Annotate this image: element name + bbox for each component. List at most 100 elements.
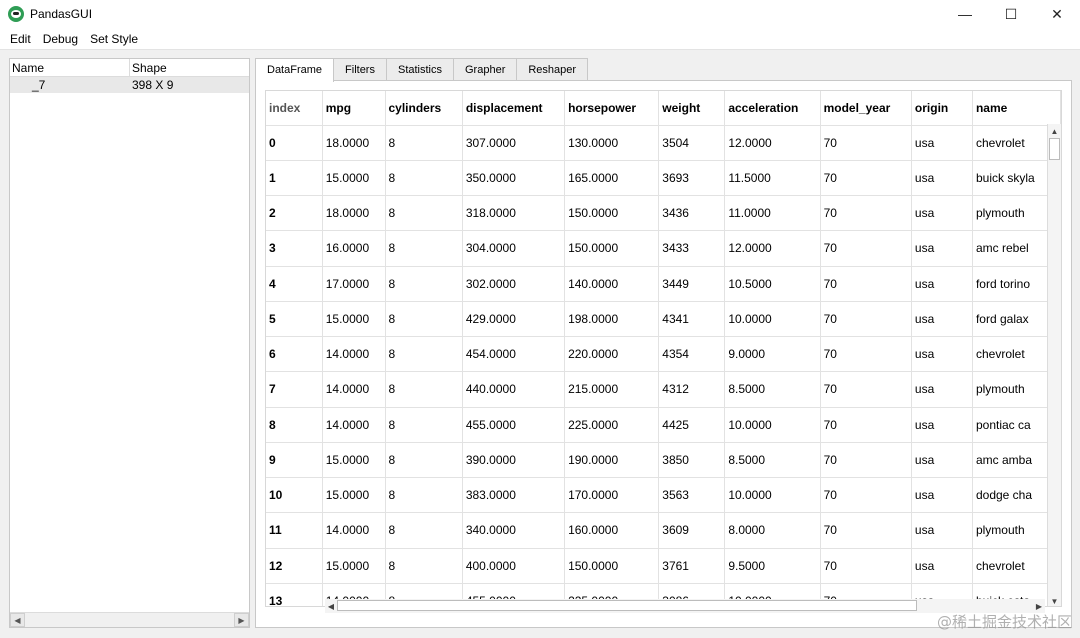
- table-cell[interactable]: 14.0000: [322, 512, 386, 549]
- vertical-scroll-thumb[interactable]: [1049, 138, 1060, 160]
- table-row[interactable]: 6 14.0000 8 454.0000 220.0000 4354 9.0000 70 usa…: [266, 336, 1061, 373]
- table-cell[interactable]: 4312: [658, 371, 726, 408]
- menu-set-style[interactable]: Set Style: [84, 28, 144, 50]
- tab-reshaper[interactable]: Reshaper: [516, 58, 589, 80]
- navigator-header-shape[interactable]: Shape: [130, 59, 249, 76]
- column-header-index[interactable]: index: [266, 91, 323, 126]
- table-cell[interactable]: 15.0000: [322, 301, 386, 338]
- row-index-cell[interactable]: 5: [266, 301, 323, 338]
- row-index-cell[interactable]: 6: [266, 336, 323, 373]
- table-row[interactable]: 3 16.0000 8 304.0000 150.0000 3433 12.0000 70 us…: [266, 230, 1061, 267]
- table-cell[interactable]: 8: [385, 230, 463, 267]
- table-cell[interactable]: 15.0000: [322, 548, 386, 584]
- navigator-row[interactable]: _7 398 X 9: [10, 77, 249, 93]
- column-header-weight[interactable]: weight: [658, 91, 726, 126]
- table-cell[interactable]: 150.0000: [564, 230, 660, 267]
- table-cell[interactable]: usa: [911, 266, 973, 302]
- table-cell[interactable]: 15.0000: [322, 160, 386, 197]
- table-cell[interactable]: 8: [385, 195, 463, 232]
- row-index-cell[interactable]: 2: [266, 195, 323, 232]
- table-cell[interactable]: 8: [385, 371, 463, 408]
- table-cell[interactable]: 440.0000: [462, 371, 566, 408]
- table-cell[interactable]: usa: [911, 160, 973, 197]
- maximize-button[interactable]: ☐: [988, 0, 1034, 28]
- table-cell[interactable]: usa: [911, 548, 973, 584]
- table-row[interactable]: 2 18.0000 8 318.0000 150.0000 3436 11.0000 70 us…: [266, 195, 1061, 232]
- menu-debug[interactable]: Debug: [37, 28, 84, 50]
- column-header-mpg[interactable]: mpg: [322, 91, 386, 126]
- table-cell[interactable]: 8: [385, 477, 463, 514]
- table-cell[interactable]: usa: [911, 125, 973, 161]
- column-header-horsepower[interactable]: horsepower: [564, 91, 660, 126]
- table-cell[interactable]: 307.0000: [462, 125, 566, 161]
- column-header-displacement[interactable]: displacement: [462, 91, 566, 126]
- table-cell[interactable]: 383.0000: [462, 477, 566, 514]
- table-cell[interactable]: 14.0000: [322, 407, 386, 443]
- table-cell[interactable]: 9.5000: [724, 548, 821, 584]
- table-row[interactable]: 4 17.0000 8 302.0000 140.0000 3449 10.5000 70 us…: [266, 266, 1061, 302]
- table-cell[interactable]: 70: [820, 301, 912, 338]
- table-cell[interactable]: usa: [911, 301, 973, 338]
- table-cell[interactable]: 70: [820, 512, 912, 549]
- scroll-right-icon[interactable]: ▶: [234, 613, 249, 627]
- table-cell[interactable]: 8.5000: [724, 371, 821, 408]
- minimize-button[interactable]: —: [942, 0, 988, 28]
- table-cell[interactable]: 215.0000: [564, 371, 660, 408]
- table-cell[interactable]: 340.0000: [462, 512, 566, 549]
- table-cell[interactable]: 15.0000: [322, 442, 386, 479]
- table-cell[interactable]: 170.0000: [564, 477, 660, 514]
- table-cell[interactable]: 454.0000: [462, 336, 566, 373]
- table-cell[interactable]: usa: [911, 336, 973, 373]
- table-vertical-scrollbar[interactable]: ▲ ▼: [1047, 124, 1061, 606]
- scroll-down-icon[interactable]: ▼: [1048, 594, 1061, 606]
- table-cell[interactable]: 70: [820, 195, 912, 232]
- table-cell[interactable]: 150.0000: [564, 548, 660, 584]
- table-cell[interactable]: 190.0000: [564, 442, 660, 479]
- table-cell[interactable]: 70: [820, 160, 912, 197]
- table-row[interactable]: 1 15.0000 8 350.0000 165.0000 3693 11.5000 70 us…: [266, 160, 1061, 197]
- table-cell[interactable]: 140.0000: [564, 266, 660, 302]
- table-row[interactable]: 7 14.0000 8 440.0000 215.0000 4312 8.5000 70 usa…: [266, 371, 1061, 408]
- table-cell[interactable]: 8: [385, 548, 463, 584]
- table-cell[interactable]: 3563: [658, 477, 726, 514]
- table-cell[interactable]: 8.5000: [724, 442, 821, 479]
- table-cell[interactable]: usa: [911, 477, 973, 514]
- table-cell[interactable]: 302.0000: [462, 266, 566, 302]
- table-cell[interactable]: 8: [385, 301, 463, 338]
- row-index-cell[interactable]: 3: [266, 230, 323, 267]
- table-cell[interactable]: 70: [820, 336, 912, 373]
- row-index-cell[interactable]: 7: [266, 371, 323, 408]
- scroll-left-icon[interactable]: ◀: [325, 599, 337, 613]
- table-cell[interactable]: 8: [385, 160, 463, 197]
- column-header-origin[interactable]: origin: [911, 91, 973, 126]
- table-cell[interactable]: 15.0000: [322, 477, 386, 514]
- close-button[interactable]: ✕: [1034, 0, 1080, 28]
- table-cell[interactable]: 198.0000: [564, 301, 660, 338]
- navigator-horizontal-scrollbar[interactable]: ◀ ▶: [10, 612, 249, 627]
- table-cell[interactable]: usa: [911, 371, 973, 408]
- tab-grapher[interactable]: Grapher: [453, 58, 518, 80]
- table-row[interactable]: 9 15.0000 8 390.0000 190.0000 3850 8.5000 70 usa…: [266, 442, 1061, 479]
- table-row[interactable]: 11 14.0000 8 340.0000 160.0000 3609 8.0000 70 us…: [266, 512, 1061, 549]
- table-cell[interactable]: 14.0000: [322, 371, 386, 408]
- column-header-acceleration[interactable]: acceleration: [724, 91, 821, 126]
- table-cell[interactable]: 350.0000: [462, 160, 566, 197]
- menu-edit[interactable]: Edit: [4, 28, 37, 50]
- table-cell[interactable]: 8.0000: [724, 512, 821, 549]
- table-cell[interactable]: 10.0000: [724, 301, 821, 338]
- table-cell[interactable]: 70: [820, 266, 912, 302]
- table-cell[interactable]: 16.0000: [322, 230, 386, 267]
- table-cell[interactable]: 12.0000: [724, 230, 821, 267]
- table-row[interactable]: 12 15.0000 8 400.0000 150.0000 3761 9.5000 70 us…: [266, 548, 1061, 584]
- column-header-model-year[interactable]: model_year: [820, 91, 912, 126]
- table-row[interactable]: 10 15.0000 8 383.0000 170.0000 3563 10.0000 70 u…: [266, 477, 1061, 514]
- table-cell[interactable]: 12.0000: [724, 125, 821, 161]
- table-cell[interactable]: usa: [911, 195, 973, 232]
- table-row[interactable]: 5 15.0000 8 429.0000 198.0000 4341 10.0000 70 us…: [266, 301, 1061, 338]
- table-cell[interactable]: 3761: [658, 548, 726, 584]
- table-cell[interactable]: 304.0000: [462, 230, 566, 267]
- horizontal-scroll-thumb[interactable]: [337, 600, 917, 611]
- table-cell[interactable]: 10.5000: [724, 266, 821, 302]
- table-cell[interactable]: usa: [911, 512, 973, 549]
- table-cell[interactable]: 225.0000: [564, 407, 660, 443]
